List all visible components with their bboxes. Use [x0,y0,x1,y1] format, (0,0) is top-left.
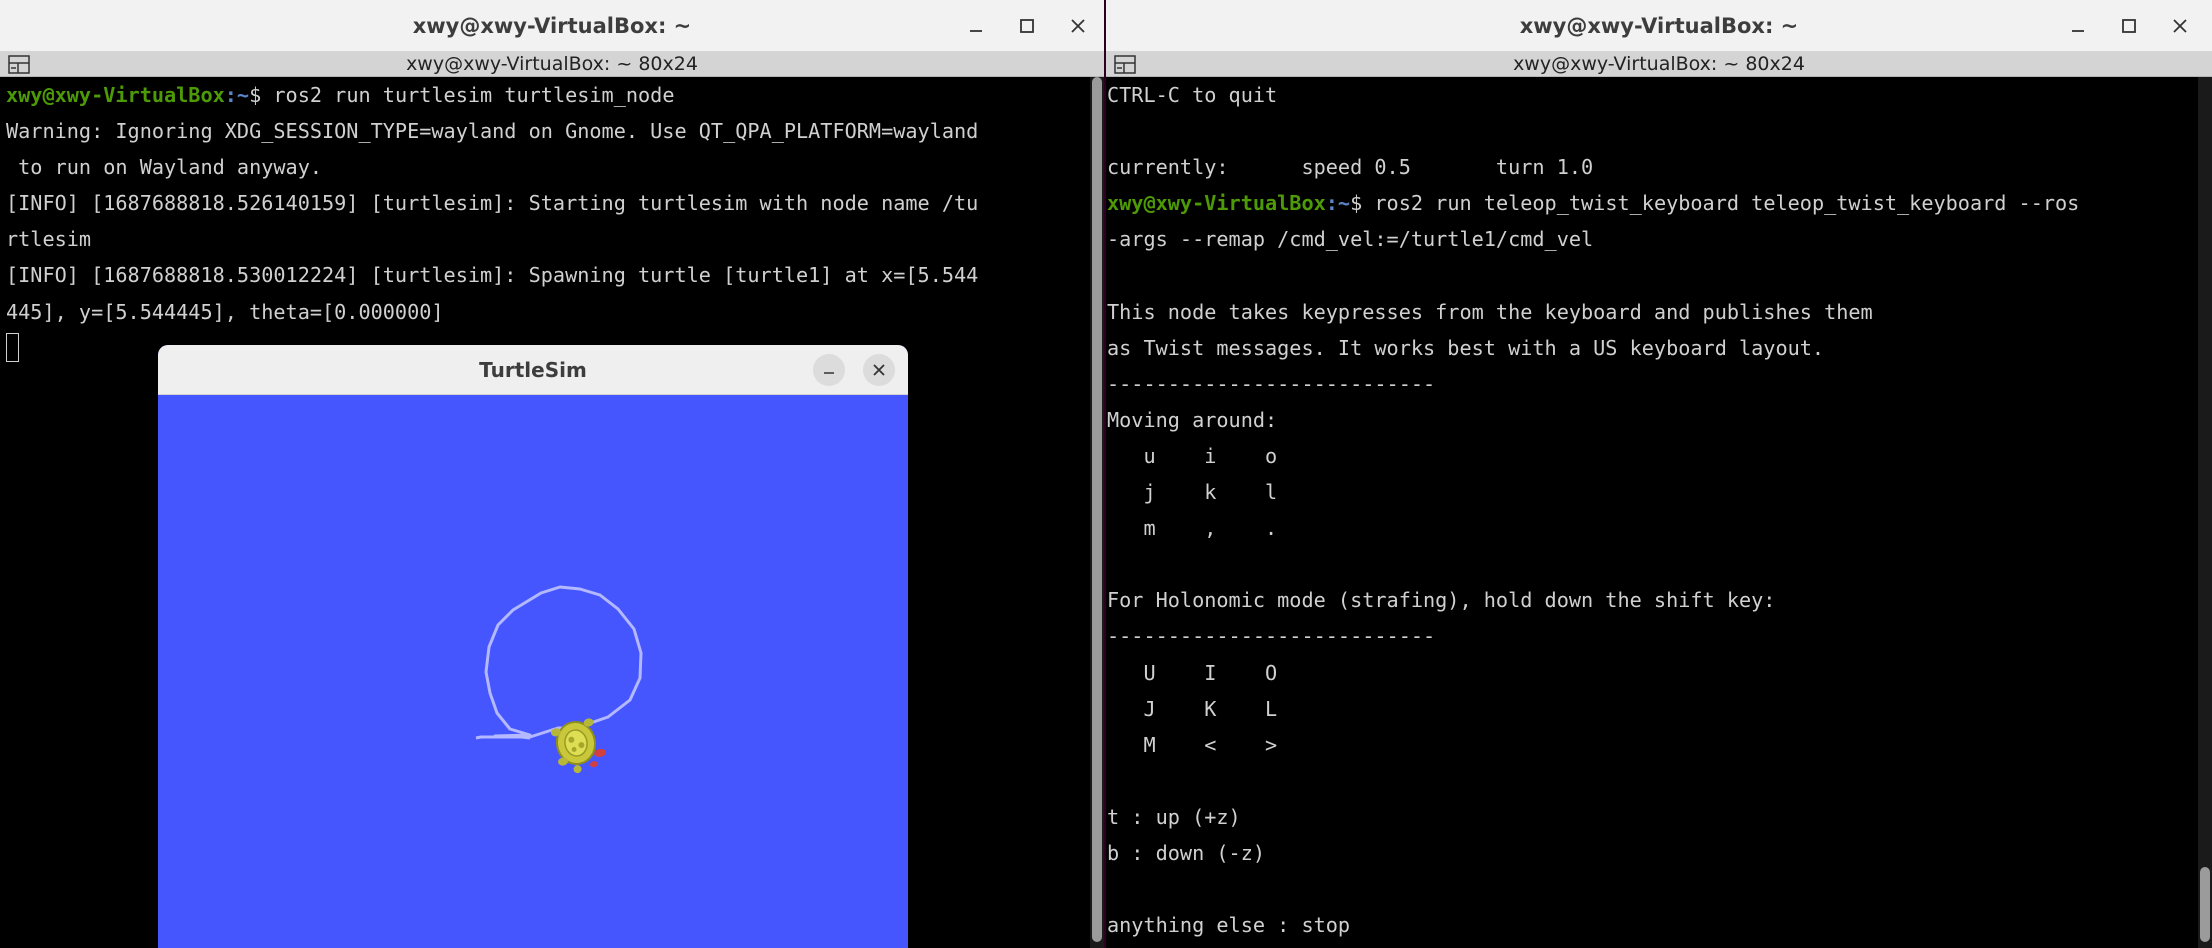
terminal-line: [INFO] [1687688818.526140159] [turtlesim… [6,185,978,221]
output-text: u i o [1107,443,1278,468]
output-text: Warning: Ignoring XDG_SESSION_TYPE=wayla… [6,119,979,144]
turtlesim-titlebar[interactable]: TurtleSim [158,345,908,395]
window-title: xwy@xwy-VirtualBox: ~ [412,14,692,38]
terminal-line: as Twist messages. It works best with a … [1107,330,2079,366]
close-button[interactable] [1062,10,1094,42]
output-text: This node takes keypresses from the keyb… [1107,299,1873,324]
turtlesim-minimize-button[interactable] [813,354,845,386]
output-text: For Holonomic mode (strafing), hold down… [1107,588,1776,613]
terminal-line: --------------------------- [1107,618,2079,654]
output-text: 445], y=[5.544445], theta=[0.000000] [6,299,444,324]
terminal-line: rtlesim [6,221,978,257]
scrollbar[interactable] [1090,77,1104,948]
output-text: j k l [1107,480,1278,505]
prompt-user: xwy@xwy-VirtualBox [6,83,225,107]
terminal-line: J K L [1107,691,2079,727]
scrollbar-thumb[interactable] [1092,77,1102,942]
close-icon [2173,19,2187,33]
terminal-cursor [6,333,19,363]
prompt-path: :~ [224,83,250,107]
turtlesim-close-button[interactable] [863,354,895,386]
maximize-button[interactable] [2113,10,2145,42]
terminal-line: b : down (-z) [1107,835,2079,871]
tab-title: xwy@xwy-VirtualBox: ~ 80x24 [1513,53,1805,75]
terminal-line: M < > [1107,727,2079,763]
scrollbar-thumb[interactable] [2200,867,2210,942]
command-text: $ ros2 run turtlesim turtlesim_node [249,83,675,107]
terminal-line: U I O [1107,655,2079,691]
output-text: as Twist messages. It works best with a … [1107,335,1825,360]
terminal-line: CTRL-C to quit [1107,77,2079,113]
prompt-path: :~ [1325,191,1351,216]
close-icon [1071,19,1085,33]
output-text: t : up (+z) [1107,804,1241,829]
terminal-line: anything else : stop [1107,907,2079,943]
output-text: anything else : stop [1107,913,1351,938]
terminal-line: Warning: Ignoring XDG_SESSION_TYPE=wayla… [6,113,978,149]
output-text: rtlesim [6,227,92,252]
minimize-button[interactable] [960,10,992,42]
prompt-user: xwy@xwy-VirtualBox [1107,191,1326,216]
output-text: -args --remap /cmd_vel:=/turtle1/cmd_vel [1107,227,1594,252]
window-titlebar[interactable]: xwy@xwy-VirtualBox: ~ [0,0,1104,52]
close-icon [873,364,885,376]
output-text: CTRL-C to quit [1107,83,1278,107]
minimize-icon [970,30,982,32]
maximize-button[interactable] [1011,10,1043,42]
window-titlebar[interactable]: xwy@xwy-VirtualBox: ~ [1106,0,2212,52]
terminal-line: currently: speed 0.5 turn 1.0 [1107,149,2079,185]
output-text: --------------------------- [1107,624,1436,649]
output-text: M < > [1107,732,1278,757]
output-text: to run on Wayland anyway. [6,155,323,180]
terminal-window-right[interactable]: xwy@xwy-VirtualBox: ~ xwy@xwy-VirtualBox… [1106,0,2212,948]
turtlesim-title: TurtleSim [479,358,587,382]
minimize-icon [824,372,834,374]
scrollbar[interactable] [2198,77,2212,948]
terminal-line: For Holonomic mode (strafing), hold down… [1107,582,2079,618]
turtlesim-canvas [158,395,908,948]
command-text: $ ros2 run teleop_twist_keyboard teleop_… [1350,191,2080,216]
output-text: J K L [1107,696,1278,721]
terminal-line: This node takes keypresses from the keyb… [1107,294,2079,330]
canvas-background [158,395,908,948]
terminal-line: to run on Wayland anyway. [6,149,978,185]
close-button[interactable] [2164,10,2196,42]
terminal-line: Moving around: [1107,402,2079,438]
terminal-line: m , . [1107,510,2079,546]
terminal-line: -args --remap /cmd_vel:=/turtle1/cmd_vel [1107,221,2079,257]
output-text: Moving around: [1107,407,1278,432]
output-text: --------------------------- [1107,371,1436,396]
terminal-line: [INFO] [1687688818.530012224] [turtlesim… [6,257,978,293]
terminal-line: xwy@xwy-VirtualBox:~$ ros2 run teleop_tw… [1107,185,2079,221]
terminal-line: --------------------------- [1107,366,2079,402]
output-text: currently: speed 0.5 turn 1.0 [1107,155,1594,180]
tab-bar: xwy@xwy-VirtualBox: ~ 80x24 [1106,52,2212,77]
output-text: U I O [1107,660,1278,685]
terminal-line: u i o [1107,438,2079,474]
output-text: [INFO] [1687688818.526140159] [turtlesim… [6,191,979,216]
terminal-output[interactable]: CTRL-C to quit currently: speed 0.5 turn … [1106,77,2079,948]
minimize-icon [2072,30,2084,32]
terminal-line: t : up (+z) [1107,799,2079,835]
tab-title: xwy@xwy-VirtualBox: ~ 80x24 [406,53,698,75]
output-text: m , . [1107,516,1278,541]
output-text: b : down (-z) [1107,840,1266,865]
output-text: [INFO] [1687688818.530012224] [turtlesim… [6,263,979,288]
maximize-icon [1020,19,1034,33]
minimize-button[interactable] [2062,10,2094,42]
tab-bar: xwy@xwy-VirtualBox: ~ 80x24 [0,52,1104,77]
turtlesim-window[interactable]: TurtleSim [158,345,908,948]
window-title: xwy@xwy-VirtualBox: ~ [1519,14,1799,38]
maximize-icon [2122,19,2136,33]
terminal-line: 445], y=[5.544445], theta=[0.000000] [6,294,978,330]
terminal-line: xwy@xwy-VirtualBox:~$ ros2 run turtlesim… [6,77,978,113]
terminal-line: j k l [1107,474,2079,510]
